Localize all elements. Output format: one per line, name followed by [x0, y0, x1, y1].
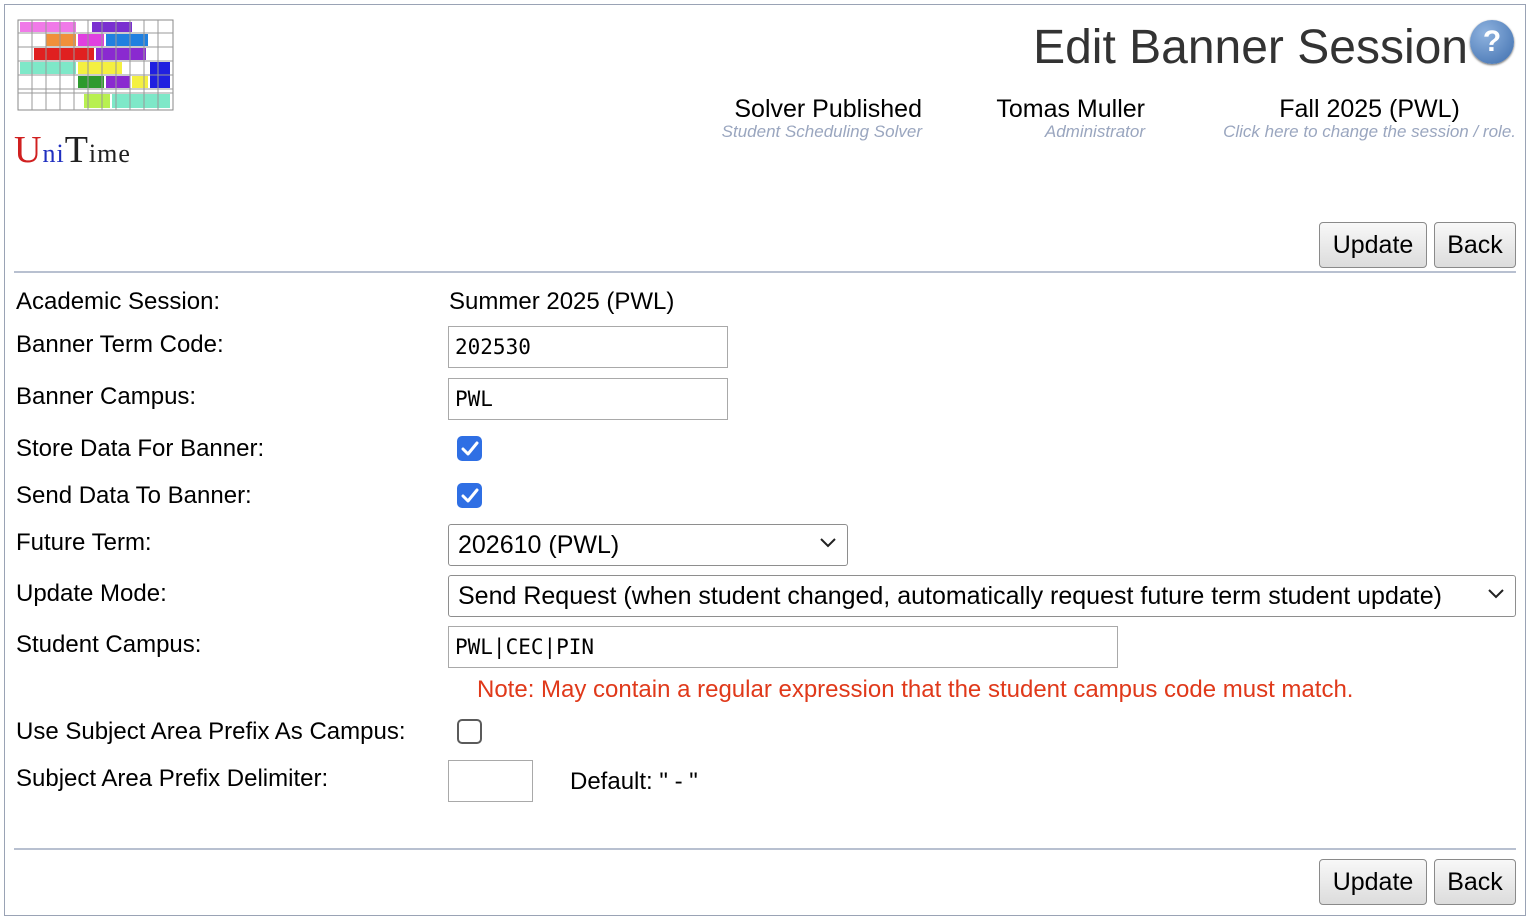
banner-campus-label: Banner Campus: [16, 383, 197, 410]
send-data-label: Send Data To Banner: [16, 482, 252, 509]
checkmark-icon [461, 488, 479, 503]
student-campus-label: Student Campus: [16, 631, 202, 658]
user-name: Tomas Muller [996, 95, 1145, 123]
session-hint: Click here to change the session / role. [1223, 122, 1516, 141]
bottom-separator [14, 848, 1516, 850]
academic-session-label: Academic Session: [16, 288, 221, 315]
chevron-down-icon [820, 538, 836, 548]
back-button-bottom[interactable]: Back [1434, 859, 1516, 905]
banner-term-code-label: Banner Term Code: [16, 331, 224, 358]
store-data-checkbox[interactable] [457, 436, 482, 461]
prefix-delimiter-label: Subject Area Prefix Delimiter: [16, 765, 329, 792]
update-button-top[interactable]: Update [1319, 222, 1427, 268]
future-term-label: Future Term: [16, 529, 152, 556]
future-term-select[interactable]: 202610 (PWL) [448, 524, 848, 566]
use-prefix-label: Use Subject Area Prefix As Campus: [16, 718, 406, 745]
banner-term-code-input[interactable]: 202530 [448, 326, 728, 368]
student-campus-note: Note: May contain a regular expression t… [477, 676, 1354, 703]
store-data-label: Store Data For Banner: [16, 435, 265, 462]
send-data-checkbox[interactable] [457, 483, 482, 508]
student-campus-input[interactable]: PWL|CEC|PIN [448, 626, 1118, 668]
back-button-top[interactable]: Back [1434, 222, 1516, 268]
solver-status-main: Solver Published [734, 95, 922, 123]
user-info[interactable]: Tomas Muller Administrator [996, 95, 1145, 142]
banner-campus-input[interactable]: PWL [448, 378, 728, 420]
logo-wordmark: UniTime [14, 129, 131, 171]
future-term-selected: 202610 (PWL) [458, 530, 620, 559]
top-separator [14, 271, 1516, 273]
prefix-delimiter-default: Default: " - " [570, 768, 698, 795]
page-title: Edit Banner Session [1033, 21, 1468, 74]
session-selector[interactable]: Fall 2025 (PWL) Click here to change the… [1223, 95, 1516, 142]
help-icon[interactable]: ? [1470, 20, 1514, 64]
prefix-delimiter-input[interactable] [448, 760, 533, 802]
update-mode-select[interactable]: Send Request (when student changed, auto… [448, 575, 1516, 617]
session-name: Fall 2025 (PWL) [1279, 95, 1460, 123]
update-button-bottom[interactable]: Update [1319, 859, 1427, 905]
update-mode-selected: Send Request (when student changed, auto… [458, 581, 1442, 610]
use-prefix-checkbox[interactable] [457, 719, 482, 744]
chevron-down-icon [1488, 589, 1504, 599]
academic-session-value: Summer 2025 (PWL) [449, 288, 675, 315]
update-mode-label: Update Mode: [16, 580, 167, 607]
checkmark-icon [461, 441, 479, 456]
solver-status[interactable]: Solver Published Student Scheduling Solv… [722, 95, 922, 142]
solver-status-sub: Student Scheduling Solver [721, 122, 922, 141]
user-role: Administrator [1044, 122, 1145, 141]
